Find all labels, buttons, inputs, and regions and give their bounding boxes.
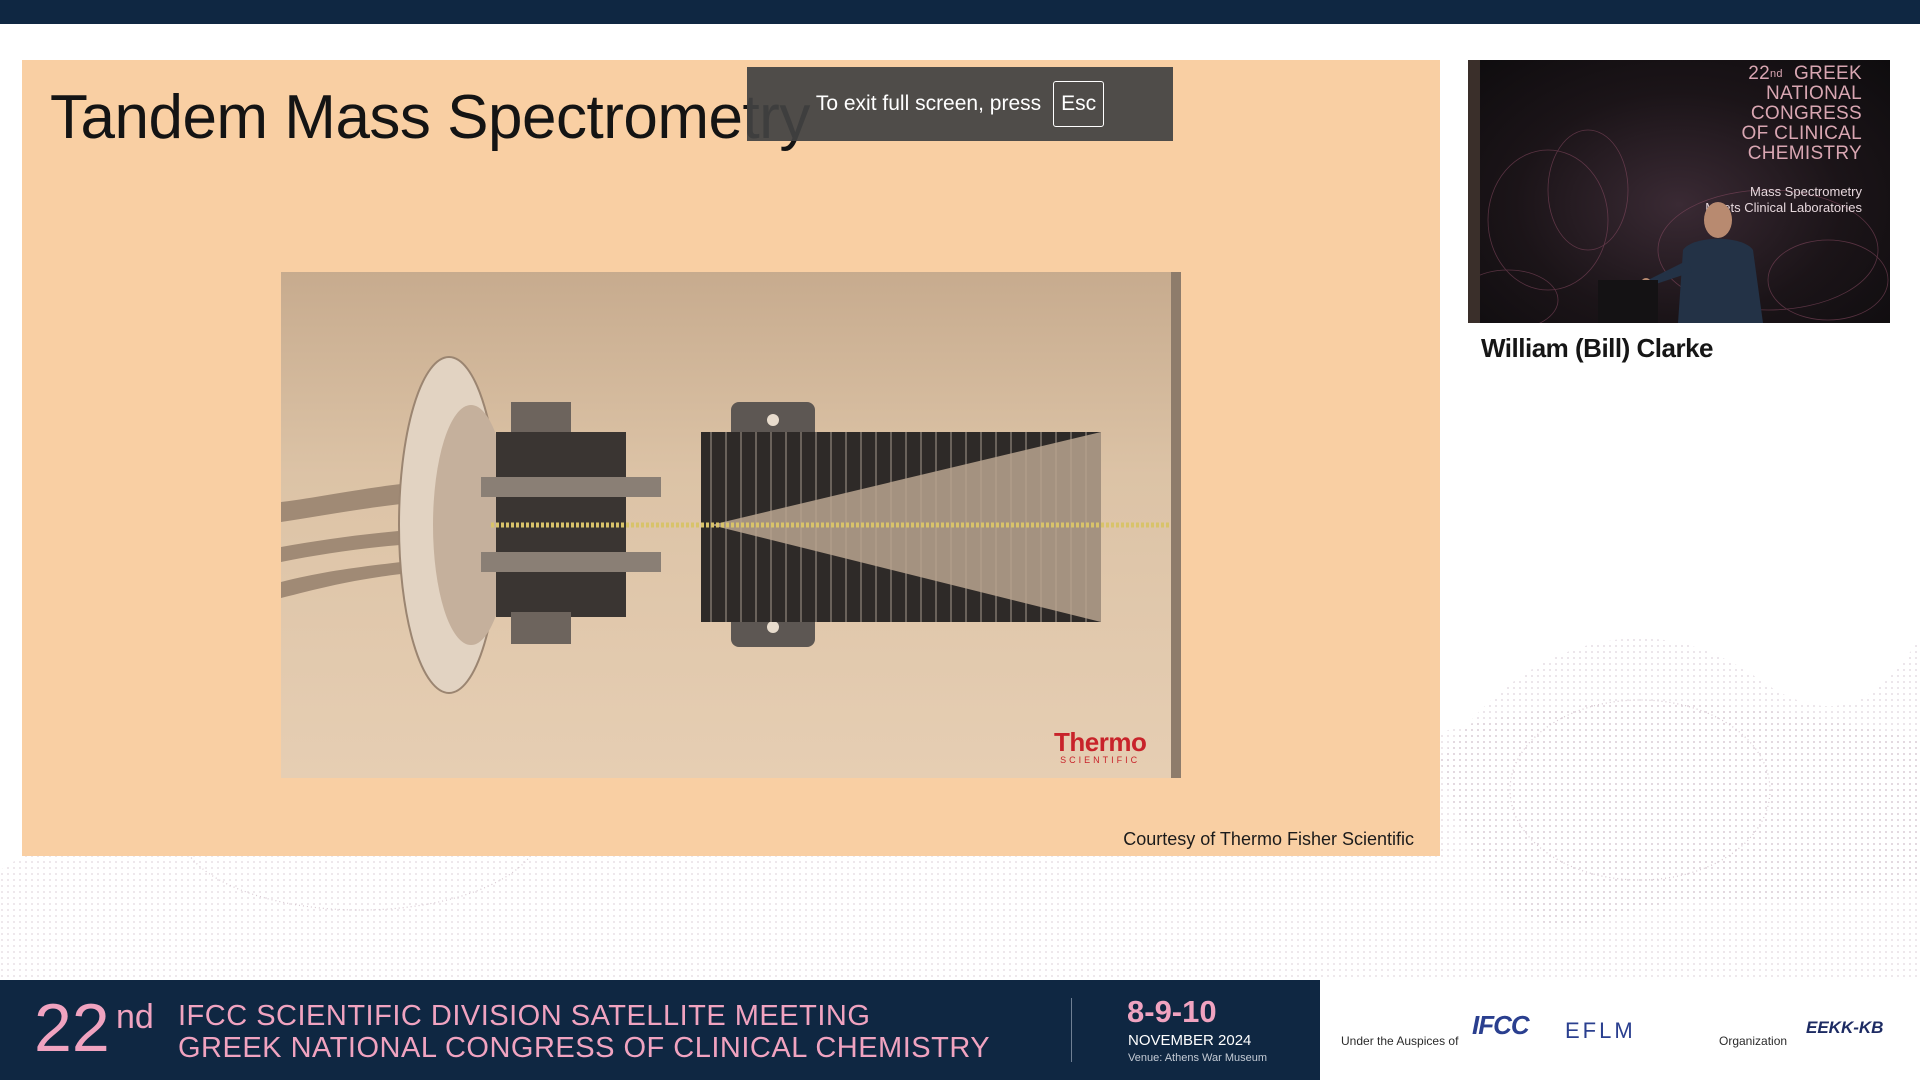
organization-label: Organization — [1719, 1034, 1788, 1048]
banner-month: NOVEMBER 2024 — [1128, 1032, 1252, 1049]
thermo-scientific-logo: Thermo SCIENTIFIC — [1054, 727, 1147, 765]
banner-title-line1: IFCC SCIENTIFIC DIVISION SATELLITE MEETI… — [178, 1000, 871, 1032]
eflm-logo: EFLM — [1565, 1018, 1636, 1043]
auspices-label: Under the Auspices of — [1341, 1034, 1459, 1048]
banner-venue: Venue: Athens War Museum — [1128, 1052, 1267, 1064]
presentation-slide: Tandem Mass Spectrometry Thermo SCIENTIF… — [22, 60, 1440, 856]
banner-edition-number: 22 — [34, 990, 110, 1066]
speaker-video: 22nd GREEK NATIONAL CONGRESS OF CLINICAL… — [1468, 60, 1890, 323]
ifcc-logo: IFCC — [1472, 1010, 1530, 1040]
ion-optics-illustration — [281, 272, 1181, 778]
image-credit: Courtesy of Thermo Fisher Scientific — [1123, 829, 1414, 849]
banner-dates: 8-9-10 — [1127, 994, 1217, 1029]
banner-title-line2: GREEK NATIONAL CONGRESS OF CLINICAL CHEM… — [178, 1032, 991, 1064]
slide-title: Tandem Mass Spectrometry — [50, 83, 810, 152]
video-congress-branding: 22nd GREEK NATIONAL CONGRESS OF CLINICAL… — [1741, 63, 1862, 164]
banner-divider — [1071, 998, 1072, 1062]
eekk-kb-logo: EEKK-KB — [1806, 1018, 1884, 1037]
congress-banner: 22 nd IFCC SCIENTIFIC DIVISION SATELLITE… — [0, 980, 1320, 1080]
speaker-name: William (Bill) Clarke — [1481, 333, 1714, 363]
esc-key-badge: Esc — [1053, 81, 1105, 127]
banner-edition-suffix: nd — [116, 998, 154, 1036]
fullscreen-exit-toast: To exit full screen, press Esc — [747, 67, 1173, 141]
top-strip — [0, 0, 1920, 24]
instrument-animation-frame: Thermo SCIENTIFIC — [281, 272, 1181, 778]
speaker-figure — [1598, 202, 1763, 323]
toast-text: To exit full screen, press — [815, 92, 1042, 115]
